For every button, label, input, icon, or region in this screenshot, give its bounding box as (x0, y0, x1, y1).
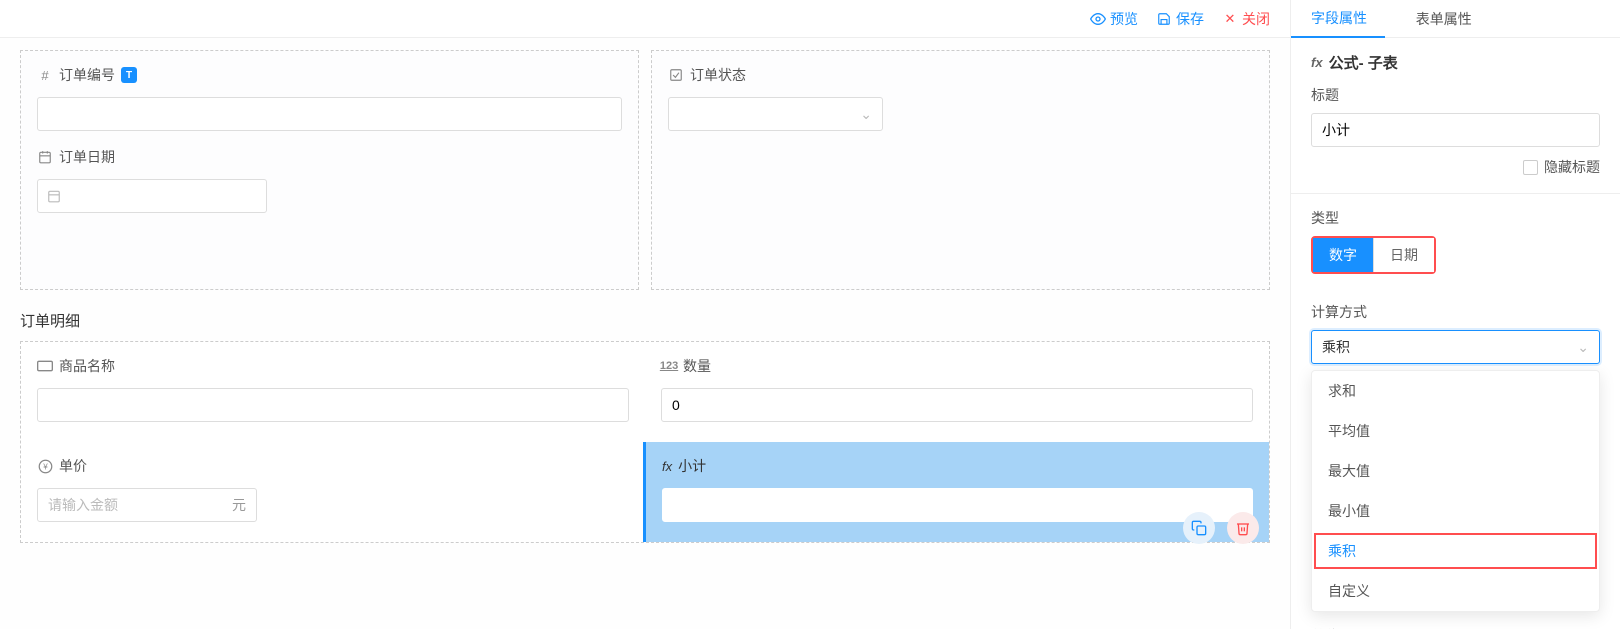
quantity-input[interactable] (661, 388, 1253, 422)
copy-button[interactable] (1183, 512, 1215, 544)
calc-selected-value: 乘积 (1322, 337, 1350, 357)
price-input[interactable]: 请输入金额 元 (37, 488, 257, 522)
close-icon: ✕ (1222, 11, 1238, 27)
calc-option-sum[interactable]: 求和 (1312, 371, 1599, 411)
hide-title-checkbox[interactable] (1523, 160, 1538, 175)
preview-button[interactable]: 预览 (1090, 9, 1138, 29)
chevron-down-icon: ⌄ (860, 106, 872, 123)
price-cell[interactable]: ¥ 单价 请输入金额 元 (21, 442, 644, 542)
save-label: 保存 (1176, 9, 1204, 29)
svg-text:¥: ¥ (42, 462, 48, 471)
price-placeholder: 请输入金额 (48, 495, 118, 515)
price-label: 单价 (59, 456, 87, 476)
top-toolbar: 预览 保存 ✕ 关闭 (0, 0, 1290, 38)
fx-icon: fx (662, 459, 672, 474)
hash-icon: # (37, 67, 53, 83)
save-button[interactable]: 保存 (1156, 9, 1204, 29)
order-status-label: 订单状态 (690, 65, 746, 85)
product-name-label: 商品名称 (59, 356, 115, 376)
calendar-icon (37, 149, 53, 165)
type-button-group: 数字 日期 (1311, 236, 1436, 274)
title-label: 标题 (1311, 85, 1600, 105)
order-no-card[interactable]: # 订单编号 T 订单日期 (20, 50, 639, 290)
type-number-button[interactable]: 数字 (1313, 238, 1373, 272)
product-name-cell[interactable]: 商品名称 (21, 342, 645, 442)
calc-dropdown: 求和 平均值 最大值 最小值 乘积 自定义 (1311, 370, 1600, 612)
sidebar-tabs: 字段属性 表单属性 (1291, 0, 1620, 38)
type-label: 类型 (1311, 208, 1600, 228)
quantity-cell[interactable]: 123 数量 (645, 342, 1269, 442)
order-no-input[interactable] (37, 97, 622, 131)
calc-option-custom[interactable]: 自定义 (1312, 571, 1599, 611)
close-label: 关闭 (1242, 9, 1270, 29)
panel-title: fx 公式- 子表 (1311, 52, 1600, 73)
calc-select[interactable]: 乘积 ⌄ (1311, 330, 1600, 364)
close-button[interactable]: ✕ 关闭 (1222, 9, 1270, 29)
text-field-icon (37, 358, 53, 374)
product-name-input[interactable] (37, 388, 629, 422)
order-no-label: 订单编号 (59, 65, 115, 85)
subtable-title: 订单明细 (20, 310, 1270, 331)
price-unit: 元 (232, 495, 246, 515)
properties-sidebar: 字段属性 表单属性 fx 公式- 子表 标题 隐藏标题 类型 数字 日期 计算方… (1290, 0, 1620, 629)
subtotal-cell[interactable]: fx 小计 (643, 442, 1269, 542)
order-date-input[interactable] (37, 179, 267, 213)
subtotal-input[interactable] (662, 488, 1253, 522)
hide-title-label: 隐藏标题 (1544, 157, 1600, 177)
tab-field-props[interactable]: 字段属性 (1291, 0, 1385, 38)
order-status-card[interactable]: 订单状态 ⌄ (651, 50, 1270, 290)
calendar-input-icon (46, 188, 62, 204)
calc-label: 计算方式 (1311, 302, 1600, 322)
t-badge-icon: T (121, 67, 137, 83)
quantity-label: 数量 (683, 356, 711, 376)
title-input[interactable] (1311, 113, 1600, 147)
order-status-select[interactable]: ⌄ (668, 97, 883, 131)
type-date-button[interactable]: 日期 (1373, 238, 1434, 272)
calc-option-min[interactable]: 最小值 (1312, 491, 1599, 531)
subtotal-label: 小计 (678, 456, 706, 476)
fx-panel-icon: fx (1311, 55, 1323, 70)
subtable-card: 商品名称 123 数量 (20, 341, 1270, 543)
delete-button[interactable] (1227, 512, 1259, 544)
calc-option-avg[interactable]: 平均值 (1312, 411, 1599, 451)
eye-icon (1090, 11, 1106, 27)
checkbox-icon (668, 67, 684, 83)
currency-icon: ¥ (37, 458, 53, 474)
chevron-down-icon: ⌄ (1577, 339, 1589, 356)
calc-option-product[interactable]: 乘积 (1312, 531, 1599, 571)
preview-label: 预览 (1110, 9, 1138, 29)
form-canvas: # 订单编号 T 订单日期 (0, 38, 1290, 629)
save-icon (1156, 11, 1172, 27)
order-date-label: 订单日期 (59, 147, 115, 167)
tab-form-props[interactable]: 表单属性 (1385, 0, 1503, 37)
calc-option-max[interactable]: 最大值 (1312, 451, 1599, 491)
number-icon: 123 (661, 358, 677, 374)
